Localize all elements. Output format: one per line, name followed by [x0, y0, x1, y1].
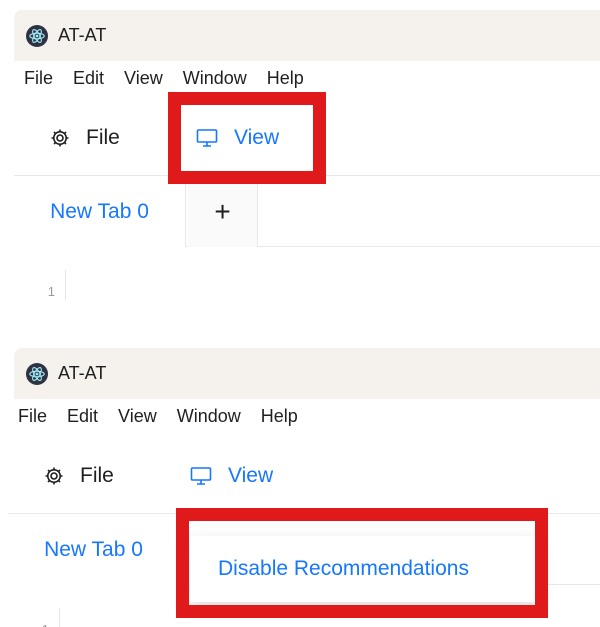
menu-edit[interactable]: Edit	[67, 406, 98, 427]
view-toolbar-label: View	[228, 464, 274, 487]
menu-window[interactable]: Window	[177, 406, 241, 427]
toolbar: File View	[8, 438, 600, 514]
menu-bar: File Edit View Window Help	[14, 61, 600, 95]
plus-icon: +	[214, 196, 231, 227]
disable-recommendations-menu-item[interactable]: Disable Recommendations	[218, 557, 469, 581]
menu-help[interactable]: Help	[267, 68, 304, 89]
editor[interactable]: 1	[14, 270, 600, 300]
view-dropdown-menu: Disable Recommendations	[190, 536, 540, 602]
tab-bar: New Tab 0 +	[14, 177, 600, 247]
file-toolbar-label: File	[80, 464, 114, 487]
file-toolbar-button[interactable]: File	[44, 438, 114, 514]
tab-label: New Tab 0	[50, 200, 149, 223]
monitor-icon	[196, 128, 218, 148]
window-title: AT-AT	[58, 363, 107, 383]
window-title: AT-AT	[58, 25, 107, 45]
line-number: 1	[42, 622, 49, 627]
file-toolbar-label: File	[86, 126, 120, 149]
active-tab-indicator	[182, 511, 294, 514]
view-toolbar-button[interactable]: View	[196, 100, 279, 176]
screenshot-before: AT-AT File Edit View Window Help File Vi…	[0, 0, 600, 300]
title-bar: AT-AT	[14, 348, 600, 399]
line-number: 1	[47, 284, 55, 299]
electron-logo-icon	[26, 24, 48, 47]
menu-help[interactable]: Help	[261, 406, 298, 427]
menu-edit[interactable]: Edit	[73, 68, 104, 89]
menu-file[interactable]: File	[24, 68, 53, 89]
menu-view[interactable]: View	[118, 406, 157, 427]
menu-view[interactable]: View	[124, 68, 163, 89]
add-tab-button[interactable]: +	[188, 177, 258, 247]
editor[interactable]: 1	[8, 608, 600, 627]
gear-icon	[44, 466, 64, 486]
view-toolbar-label: View	[234, 126, 280, 149]
tab-label: New Tab 0	[44, 538, 143, 561]
menu-window[interactable]: Window	[183, 68, 247, 89]
tab-new-tab-0[interactable]: New Tab 0	[8, 515, 180, 585]
menu-file[interactable]: File	[18, 406, 47, 427]
view-toolbar-button[interactable]: View	[190, 438, 273, 514]
line-gutter: 1	[8, 608, 60, 627]
screenshot-after: AT-AT File Edit View Window Help File Vi…	[0, 338, 600, 627]
title-bar: AT-AT	[14, 10, 600, 61]
gear-icon	[50, 128, 70, 148]
toolbar: File View	[14, 100, 600, 176]
line-gutter: 1	[14, 270, 66, 300]
menu-bar: File Edit View Window Help	[8, 399, 600, 433]
file-toolbar-button[interactable]: File	[50, 100, 120, 176]
electron-logo-icon	[26, 362, 48, 385]
monitor-icon	[190, 466, 212, 486]
tab-new-tab-0[interactable]: New Tab 0	[14, 177, 186, 247]
